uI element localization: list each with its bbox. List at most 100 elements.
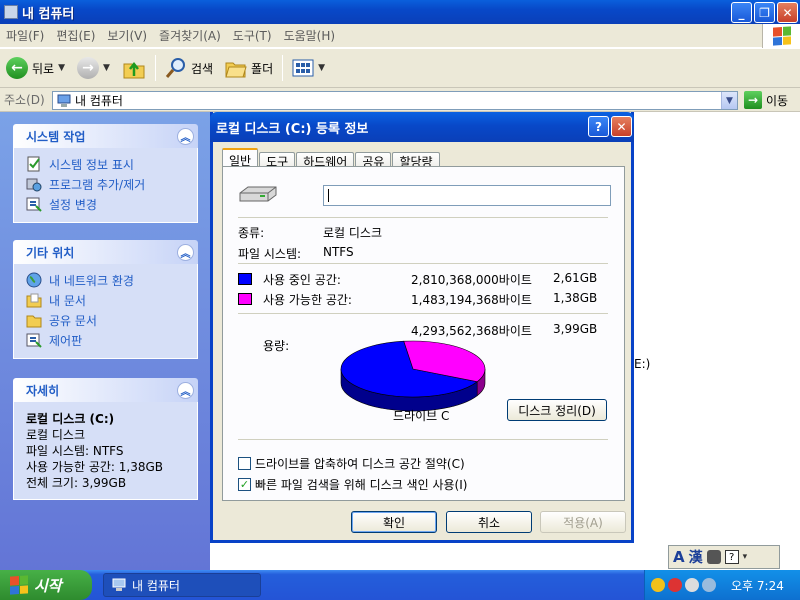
forward-dropdown-icon[interactable]: ▼ (103, 63, 110, 73)
windows-logo-icon (762, 24, 800, 48)
help-icon[interactable]: ? (724, 550, 739, 564)
system-tasks-header[interactable]: 시스템 작업 ︽ (13, 124, 198, 148)
windows-logo-icon (10, 575, 28, 595)
collapse-chevron-icon[interactable]: ︽ (177, 243, 194, 261)
language-bar: A 漢 ? ▾ (668, 545, 780, 569)
search-button[interactable]: 검색 (159, 51, 219, 85)
search-label: 검색 (190, 61, 214, 76)
view-system-info-link[interactable]: 시스템 정보 표시 (26, 154, 187, 174)
details-header[interactable]: 자세히 ︽ (13, 378, 198, 402)
folder-icon (26, 315, 42, 328)
network-places-link[interactable]: 내 네트워크 환경 (26, 270, 187, 290)
network-icon[interactable] (702, 578, 716, 592)
address-label: 주소(D) (4, 93, 45, 107)
address-value: 내 컴퓨터 (75, 94, 123, 108)
back-dropdown-icon[interactable]: ▼ (58, 63, 65, 73)
my-documents-link[interactable]: 내 문서 (26, 290, 187, 310)
divider (238, 217, 608, 218)
disk-cleanup-button[interactable]: 디스크 정리(D) (507, 399, 607, 421)
ok-button[interactable]: 확인 (351, 511, 437, 533)
used-space-swatch (238, 273, 252, 285)
views-button[interactable]: ▼ (286, 51, 331, 85)
change-setting-link[interactable]: 설정 변경 (26, 194, 187, 214)
capacity-label: 용량: (263, 339, 290, 353)
used-space-label: 사용 중인 공간: (263, 273, 341, 287)
input-mode-indicator[interactable]: A (673, 548, 685, 566)
control-panel-icon (26, 197, 42, 212)
menu-tools[interactable]: 도구(T) (227, 27, 278, 44)
free-space-bytes: 1,483,194,368바이트 (411, 293, 532, 307)
help-button[interactable]: ? (588, 116, 609, 137)
apply-button[interactable]: 적용(A) (540, 511, 626, 533)
window-title: 내 컴퓨터 (22, 6, 75, 22)
volume-name-input[interactable] (323, 185, 611, 206)
other-places-title: 기타 위치 (26, 245, 75, 260)
address-dropdown-icon[interactable]: ▼ (721, 92, 737, 109)
system-tasks-title: 시스템 작업 (26, 129, 86, 144)
index-checkbox[interactable]: ✓ (238, 478, 251, 491)
collapse-chevron-icon[interactable]: ︽ (177, 381, 194, 399)
back-button[interactable]: ← 뒤로 ▼ (0, 51, 71, 85)
go-arrow-icon: → (744, 91, 762, 109)
taskbar-item-label: 내 컴퓨터 (132, 578, 180, 593)
folder-icon (225, 62, 247, 78)
start-button[interactable]: 시작 (0, 570, 92, 600)
taskbar-item-my-computer[interactable]: 내 컴퓨터 (103, 573, 261, 597)
language-bar-options-icon[interactable]: ▾ (743, 552, 748, 562)
general-tab-panel: 종류: 로컬 디스크 파일 시스템: NTFS 사용 중인 공간: 2,810,… (222, 166, 625, 501)
menu-help[interactable]: 도움말(H) (278, 27, 342, 44)
dialog-titlebar[interactable]: 로컬 디스크 (C:) 등록 정보 ? ✕ (210, 112, 634, 142)
drive-e-partial-label[interactable]: E:) (634, 357, 650, 371)
clock[interactable]: 오후 7:24 (731, 577, 784, 594)
control-panel-link[interactable]: 제어판 (26, 330, 187, 350)
compress-checkbox[interactable] (238, 457, 251, 470)
link-label: 공유 문서 (49, 313, 97, 328)
link-label: 설정 변경 (49, 197, 97, 212)
computer-icon (4, 5, 18, 19)
folders-button[interactable]: 폴더 (219, 51, 279, 85)
details-free-space: 사용 가능한 공간: 1,38GB (26, 460, 164, 474)
menu-edit[interactable]: 편집(E) (50, 27, 101, 44)
index-option[interactable]: ✓ 빠른 파일 검색을 위해 디스크 색인 사용(I) (238, 476, 467, 493)
filesystem-label: 파일 시스템: (238, 247, 302, 261)
cancel-button[interactable]: 취소 (446, 511, 532, 533)
menu-favorites[interactable]: 즐겨찾기(A) (153, 27, 227, 44)
messenger-icon[interactable] (651, 578, 665, 592)
window-titlebar[interactable]: 내 컴퓨터 _ ❐ ✕ (0, 0, 800, 24)
shared-documents-link[interactable]: 공유 문서 (26, 310, 187, 330)
link-label: 프로그램 추가/제거 (49, 177, 146, 192)
add-remove-programs-link[interactable]: 프로그램 추가/제거 (26, 174, 187, 194)
minimize-button[interactable]: _ (731, 2, 752, 23)
up-button[interactable] (116, 51, 152, 85)
go-button[interactable]: → 이동 (744, 91, 788, 109)
compress-option[interactable]: 드라이브를 압축하여 디스크 공간 절약(C) (238, 455, 465, 472)
dialog-close-button[interactable]: ✕ (611, 116, 632, 137)
hard-drive-icon (239, 186, 277, 202)
volume-icon[interactable] (685, 578, 699, 592)
free-space-size: 1,38GB (553, 291, 598, 305)
capacity-size: 3,99GB (553, 322, 598, 336)
control-panel-icon (26, 333, 42, 348)
details-total-size: 전체 크기: 3,99GB (26, 476, 127, 490)
folders-label: 폴더 (251, 61, 274, 76)
security-shield-icon[interactable] (668, 578, 682, 592)
menu-view[interactable]: 보기(V) (101, 27, 153, 44)
menu-bar: 파일(F) 편집(E) 보기(V) 즐겨찾기(A) 도구(T) 도움말(H) (0, 24, 800, 48)
task-pane: 시스템 작업 ︽ 시스템 정보 표시 프로그램 추가/제거 설정 변경 기타 위… (0, 112, 210, 570)
properties-dialog: 로컬 디스크 (C:) 등록 정보 ? ✕ 일반 도구 하드웨어 공유 할당량 … (210, 112, 634, 543)
link-label: 시스템 정보 표시 (49, 157, 134, 172)
details-filesystem: 파일 시스템: NTFS (26, 444, 124, 458)
restore-button[interactable]: ❐ (754, 2, 775, 23)
hanja-indicator[interactable]: 漢 (689, 547, 703, 567)
forward-button[interactable]: → ▼ (71, 51, 116, 85)
ime-tool-icon[interactable] (706, 550, 721, 564)
details-type: 로컬 디스크 (26, 428, 86, 442)
close-button[interactable]: ✕ (777, 2, 798, 23)
toolbar: ← 뒤로 ▼ → ▼ 검색 폴더 ▼ (0, 48, 800, 88)
address-input[interactable]: 내 컴퓨터 ▼ (52, 91, 738, 110)
collapse-chevron-icon[interactable]: ︽ (177, 127, 194, 145)
menu-file[interactable]: 파일(F) (0, 27, 50, 44)
type-value: 로컬 디스크 (323, 226, 383, 240)
details-panel: 자세히 ︽ 로컬 디스크 (C:) 로컬 디스크 파일 시스템: NTFS 사용… (13, 378, 198, 500)
other-places-header[interactable]: 기타 위치 ︽ (13, 240, 198, 264)
